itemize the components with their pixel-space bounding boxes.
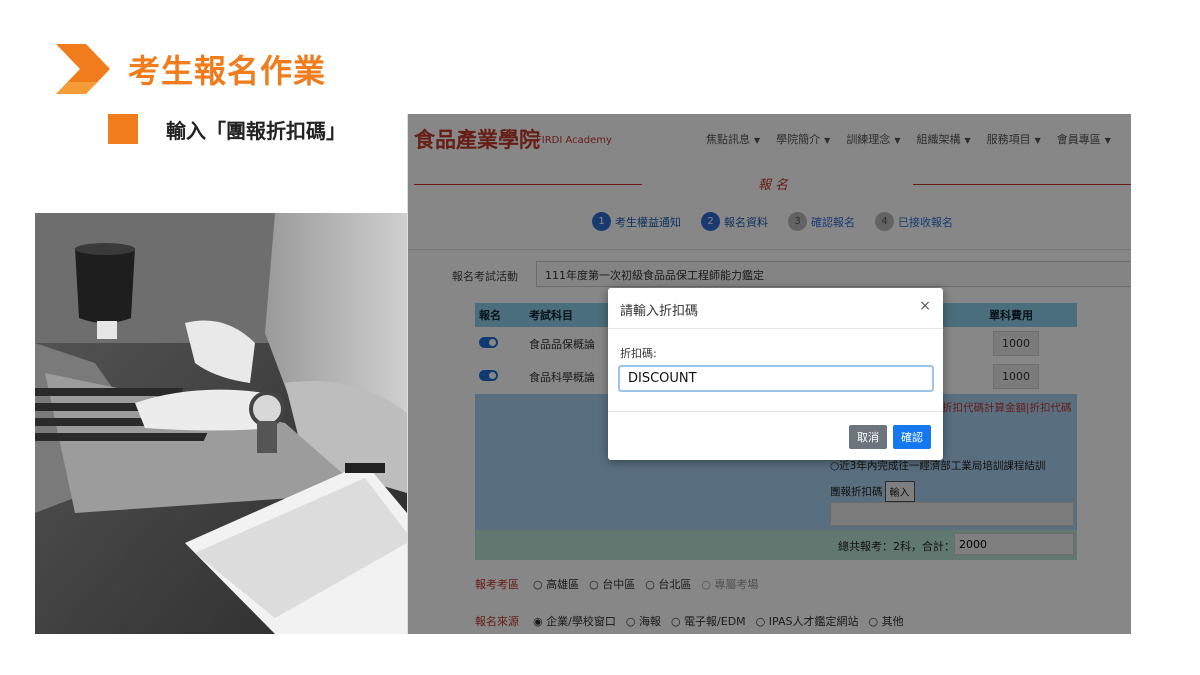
discount-code-label: 折扣碼: <box>620 347 657 360</box>
modal-title: 請輸入折扣碼 <box>620 304 699 319</box>
slide-subtitle: 輸入「團報折扣碼」 <box>166 119 346 143</box>
bullet-square-icon <box>108 114 138 144</box>
slide-title: 考生報名作業 <box>128 52 327 90</box>
cancel-button[interactable]: 取消 <box>849 425 887 449</box>
website-screenshot: 食品產業學院 FIRDI Academy 焦點訊息 ▼ 學院簡介 ▼ 訓練理念 ▼ 組… <box>407 114 1131 634</box>
close-icon[interactable]: × <box>919 298 931 314</box>
modal-divider <box>608 328 943 329</box>
discount-code-modal: 請輸入折扣碼 × 折扣碼: 取消 確認 <box>608 288 943 460</box>
modal-divider <box>608 411 943 412</box>
laptop-typing-photo <box>35 213 407 634</box>
confirm-button[interactable]: 確認 <box>893 425 931 449</box>
chevron-arrow-icon <box>56 44 110 94</box>
discount-code-input[interactable] <box>618 365 934 392</box>
